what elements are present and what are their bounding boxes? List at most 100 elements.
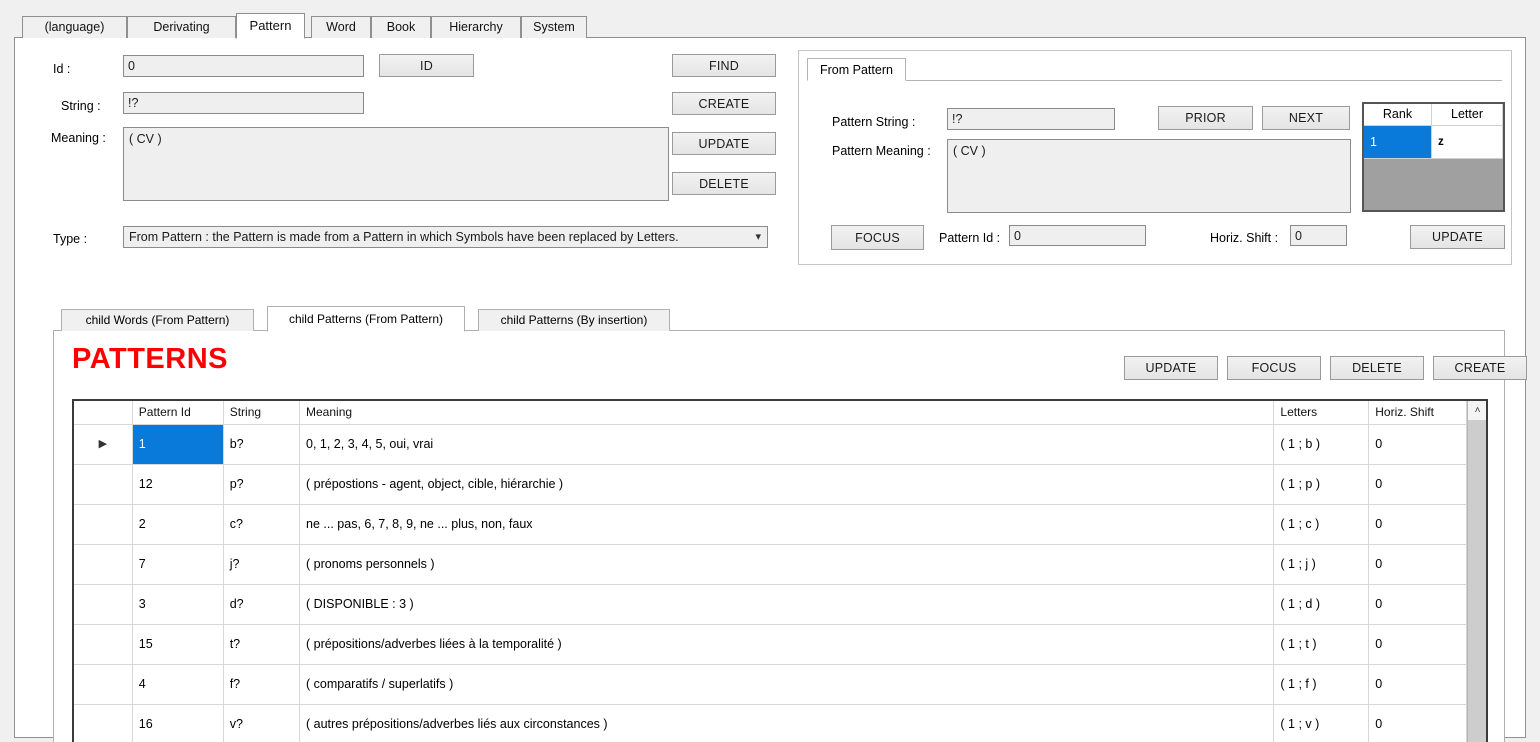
cell-horiz-shift[interactable]: 0 bbox=[1369, 425, 1467, 465]
tab-derivating[interactable]: Derivating bbox=[127, 16, 236, 38]
cell-meaning[interactable]: ( autres prépositions/adverbes liés aux … bbox=[300, 705, 1274, 742]
mini-grid-cell-letter[interactable]: z bbox=[1432, 126, 1503, 159]
from-pattern-update-button[interactable]: UPDATE bbox=[1410, 225, 1505, 249]
cell-meaning[interactable]: ( prépostions - agent, object, cible, hi… bbox=[300, 465, 1274, 505]
table-row[interactable]: 15t?( prépositions/adverbes liées à la t… bbox=[74, 625, 1467, 665]
cell-pattern-id[interactable]: 12 bbox=[133, 465, 224, 505]
find-button[interactable]: FIND bbox=[672, 54, 776, 77]
pattern-string-input[interactable]: !? bbox=[947, 108, 1115, 130]
cell-meaning[interactable]: ne ... pas, 6, 7, 8, 9, ne ... plus, non… bbox=[300, 505, 1274, 545]
letters-mini-grid-body[interactable]: 1z bbox=[1364, 126, 1503, 159]
mini-grid-row[interactable]: 1z bbox=[1364, 126, 1503, 159]
cell-meaning[interactable]: ( DISPONIBLE : 3 ) bbox=[300, 585, 1274, 625]
child-tab-label: child Patterns (From Pattern) bbox=[289, 312, 443, 326]
cell-horiz-shift[interactable]: 0 bbox=[1369, 665, 1467, 705]
tab-book[interactable]: Book bbox=[371, 16, 431, 38]
grid-header-cell[interactable]: String bbox=[224, 401, 300, 425]
tab-pattern[interactable]: Pattern bbox=[236, 13, 305, 39]
tab-system[interactable]: System bbox=[521, 16, 587, 38]
child-tab-2[interactable]: child Patterns (By insertion) bbox=[478, 309, 670, 331]
cell-pattern-id[interactable]: 7 bbox=[133, 545, 224, 585]
patterns-delete-button[interactable]: DELETE bbox=[1330, 356, 1424, 380]
string-label: String : bbox=[61, 99, 101, 113]
grid-header-cell[interactable]: Pattern Id bbox=[133, 401, 224, 425]
tab-word[interactable]: Word bbox=[311, 16, 371, 38]
letters-mini-grid[interactable]: RankLetter 1z bbox=[1362, 102, 1505, 212]
child-tab-1[interactable]: child Patterns (From Pattern) bbox=[267, 306, 465, 332]
cell-string[interactable]: f? bbox=[224, 665, 300, 705]
table-row[interactable]: ▶1b?0, 1, 2, 3, 4, 5, oui, vrai( 1 ; b )… bbox=[74, 425, 1467, 465]
cell-pattern-id[interactable]: 16 bbox=[133, 705, 224, 742]
page-title: PATTERNS bbox=[72, 343, 228, 376]
pattern-id-input[interactable]: 0 bbox=[1009, 225, 1146, 246]
id-input[interactable]: 0 bbox=[123, 55, 364, 77]
cell-string[interactable]: j? bbox=[224, 545, 300, 585]
table-row[interactable]: 7j?( pronoms personnels )( 1 ; j )0 bbox=[74, 545, 1467, 585]
patterns-grid-scrollbar[interactable]: ˄ bbox=[1467, 401, 1486, 742]
grid-header-cell[interactable] bbox=[74, 401, 133, 425]
prior-button[interactable]: PRIOR bbox=[1158, 106, 1253, 130]
grid-header-cell[interactable]: Horiz. Shift bbox=[1369, 401, 1467, 425]
cell-meaning[interactable]: ( prépositions/adverbes liées à la tempo… bbox=[300, 625, 1274, 665]
cell-horiz-shift[interactable]: 0 bbox=[1369, 625, 1467, 665]
cell-pattern-id[interactable]: 2 bbox=[133, 505, 224, 545]
cell-horiz-shift[interactable]: 0 bbox=[1369, 505, 1467, 545]
scroll-up-icon[interactable]: ˄ bbox=[1468, 401, 1487, 420]
create-button[interactable]: CREATE bbox=[672, 92, 776, 115]
table-row[interactable]: 16v?( autres prépositions/adverbes liés … bbox=[74, 705, 1467, 742]
cell-pattern-id[interactable]: 4 bbox=[133, 665, 224, 705]
cell-pattern-id[interactable]: 1 bbox=[133, 425, 224, 465]
update-button[interactable]: UPDATE bbox=[672, 132, 776, 155]
cell-horiz-shift[interactable]: 0 bbox=[1369, 585, 1467, 625]
cell-string[interactable]: t? bbox=[224, 625, 300, 665]
pattern-meaning-textarea[interactable]: ( CV ) bbox=[947, 139, 1351, 213]
patterns-data-grid[interactable]: Pattern IdStringMeaningLettersHoriz. Shi… bbox=[72, 399, 1488, 742]
patterns-update-button[interactable]: UPDATE bbox=[1124, 356, 1218, 380]
cell-letters[interactable]: ( 1 ; f ) bbox=[1274, 665, 1369, 705]
table-row[interactable]: 2c?ne ... pas, 6, 7, 8, 9, ne ... plus, … bbox=[74, 505, 1467, 545]
horiz-shift-input[interactable]: 0 bbox=[1290, 225, 1347, 246]
cell-string[interactable]: v? bbox=[224, 705, 300, 742]
cell-letters[interactable]: ( 1 ; t ) bbox=[1274, 625, 1369, 665]
mini-grid-cell-rank[interactable]: 1 bbox=[1364, 126, 1432, 159]
grid-header-cell[interactable]: Letters bbox=[1274, 401, 1369, 425]
cell-horiz-shift[interactable]: 0 bbox=[1369, 545, 1467, 585]
meaning-textarea[interactable]: ( CV ) bbox=[123, 127, 669, 201]
cell-horiz-shift[interactable]: 0 bbox=[1369, 465, 1467, 505]
cell-string[interactable]: c? bbox=[224, 505, 300, 545]
child-tab-label: child Patterns (By insertion) bbox=[501, 313, 648, 327]
cell-horiz-shift[interactable]: 0 bbox=[1369, 705, 1467, 742]
tab-language[interactable]: (language) bbox=[22, 16, 127, 38]
patterns-focus-button[interactable]: FOCUS bbox=[1227, 356, 1321, 380]
tab-hierarchy[interactable]: Hierarchy bbox=[431, 16, 521, 38]
cell-letters[interactable]: ( 1 ; j ) bbox=[1274, 545, 1369, 585]
table-row[interactable]: 3d?( DISPONIBLE : 3 )( 1 ; d )0 bbox=[74, 585, 1467, 625]
cell-letters[interactable]: ( 1 ; d ) bbox=[1274, 585, 1369, 625]
child-tab-0[interactable]: child Words (From Pattern) bbox=[61, 309, 254, 331]
letters-mini-grid-header: RankLetter bbox=[1364, 104, 1503, 126]
cell-letters[interactable]: ( 1 ; p ) bbox=[1274, 465, 1369, 505]
cell-meaning[interactable]: ( comparatifs / superlatifs ) bbox=[300, 665, 1274, 705]
table-row[interactable]: 12p?( prépostions - agent, object, cible… bbox=[74, 465, 1467, 505]
type-select[interactable]: From Pattern : the Pattern is made from … bbox=[123, 226, 768, 248]
cell-letters[interactable]: ( 1 ; v ) bbox=[1274, 705, 1369, 742]
patterns-create-button[interactable]: CREATE bbox=[1433, 356, 1527, 380]
table-row[interactable]: 4f?( comparatifs / superlatifs )( 1 ; f … bbox=[74, 665, 1467, 705]
cell-meaning[interactable]: ( pronoms personnels ) bbox=[300, 545, 1274, 585]
from-pattern-focus-button[interactable]: FOCUS bbox=[831, 225, 924, 250]
cell-pattern-id[interactable]: 3 bbox=[133, 585, 224, 625]
string-input[interactable]: !? bbox=[123, 92, 364, 114]
delete-button[interactable]: DELETE bbox=[672, 172, 776, 195]
row-marker bbox=[74, 625, 133, 665]
grid-header-cell[interactable]: Meaning bbox=[300, 401, 1274, 425]
id-button[interactable]: ID bbox=[379, 54, 474, 77]
cell-string[interactable]: p? bbox=[224, 465, 300, 505]
next-button[interactable]: NEXT bbox=[1262, 106, 1350, 130]
cell-letters[interactable]: ( 1 ; b ) bbox=[1274, 425, 1369, 465]
cell-meaning[interactable]: 0, 1, 2, 3, 4, 5, oui, vrai bbox=[300, 425, 1274, 465]
cell-pattern-id[interactable]: 15 bbox=[133, 625, 224, 665]
cell-letters[interactable]: ( 1 ; c ) bbox=[1274, 505, 1369, 545]
cell-string[interactable]: d? bbox=[224, 585, 300, 625]
tab-from-pattern[interactable]: From Pattern bbox=[807, 58, 906, 81]
cell-string[interactable]: b? bbox=[224, 425, 300, 465]
